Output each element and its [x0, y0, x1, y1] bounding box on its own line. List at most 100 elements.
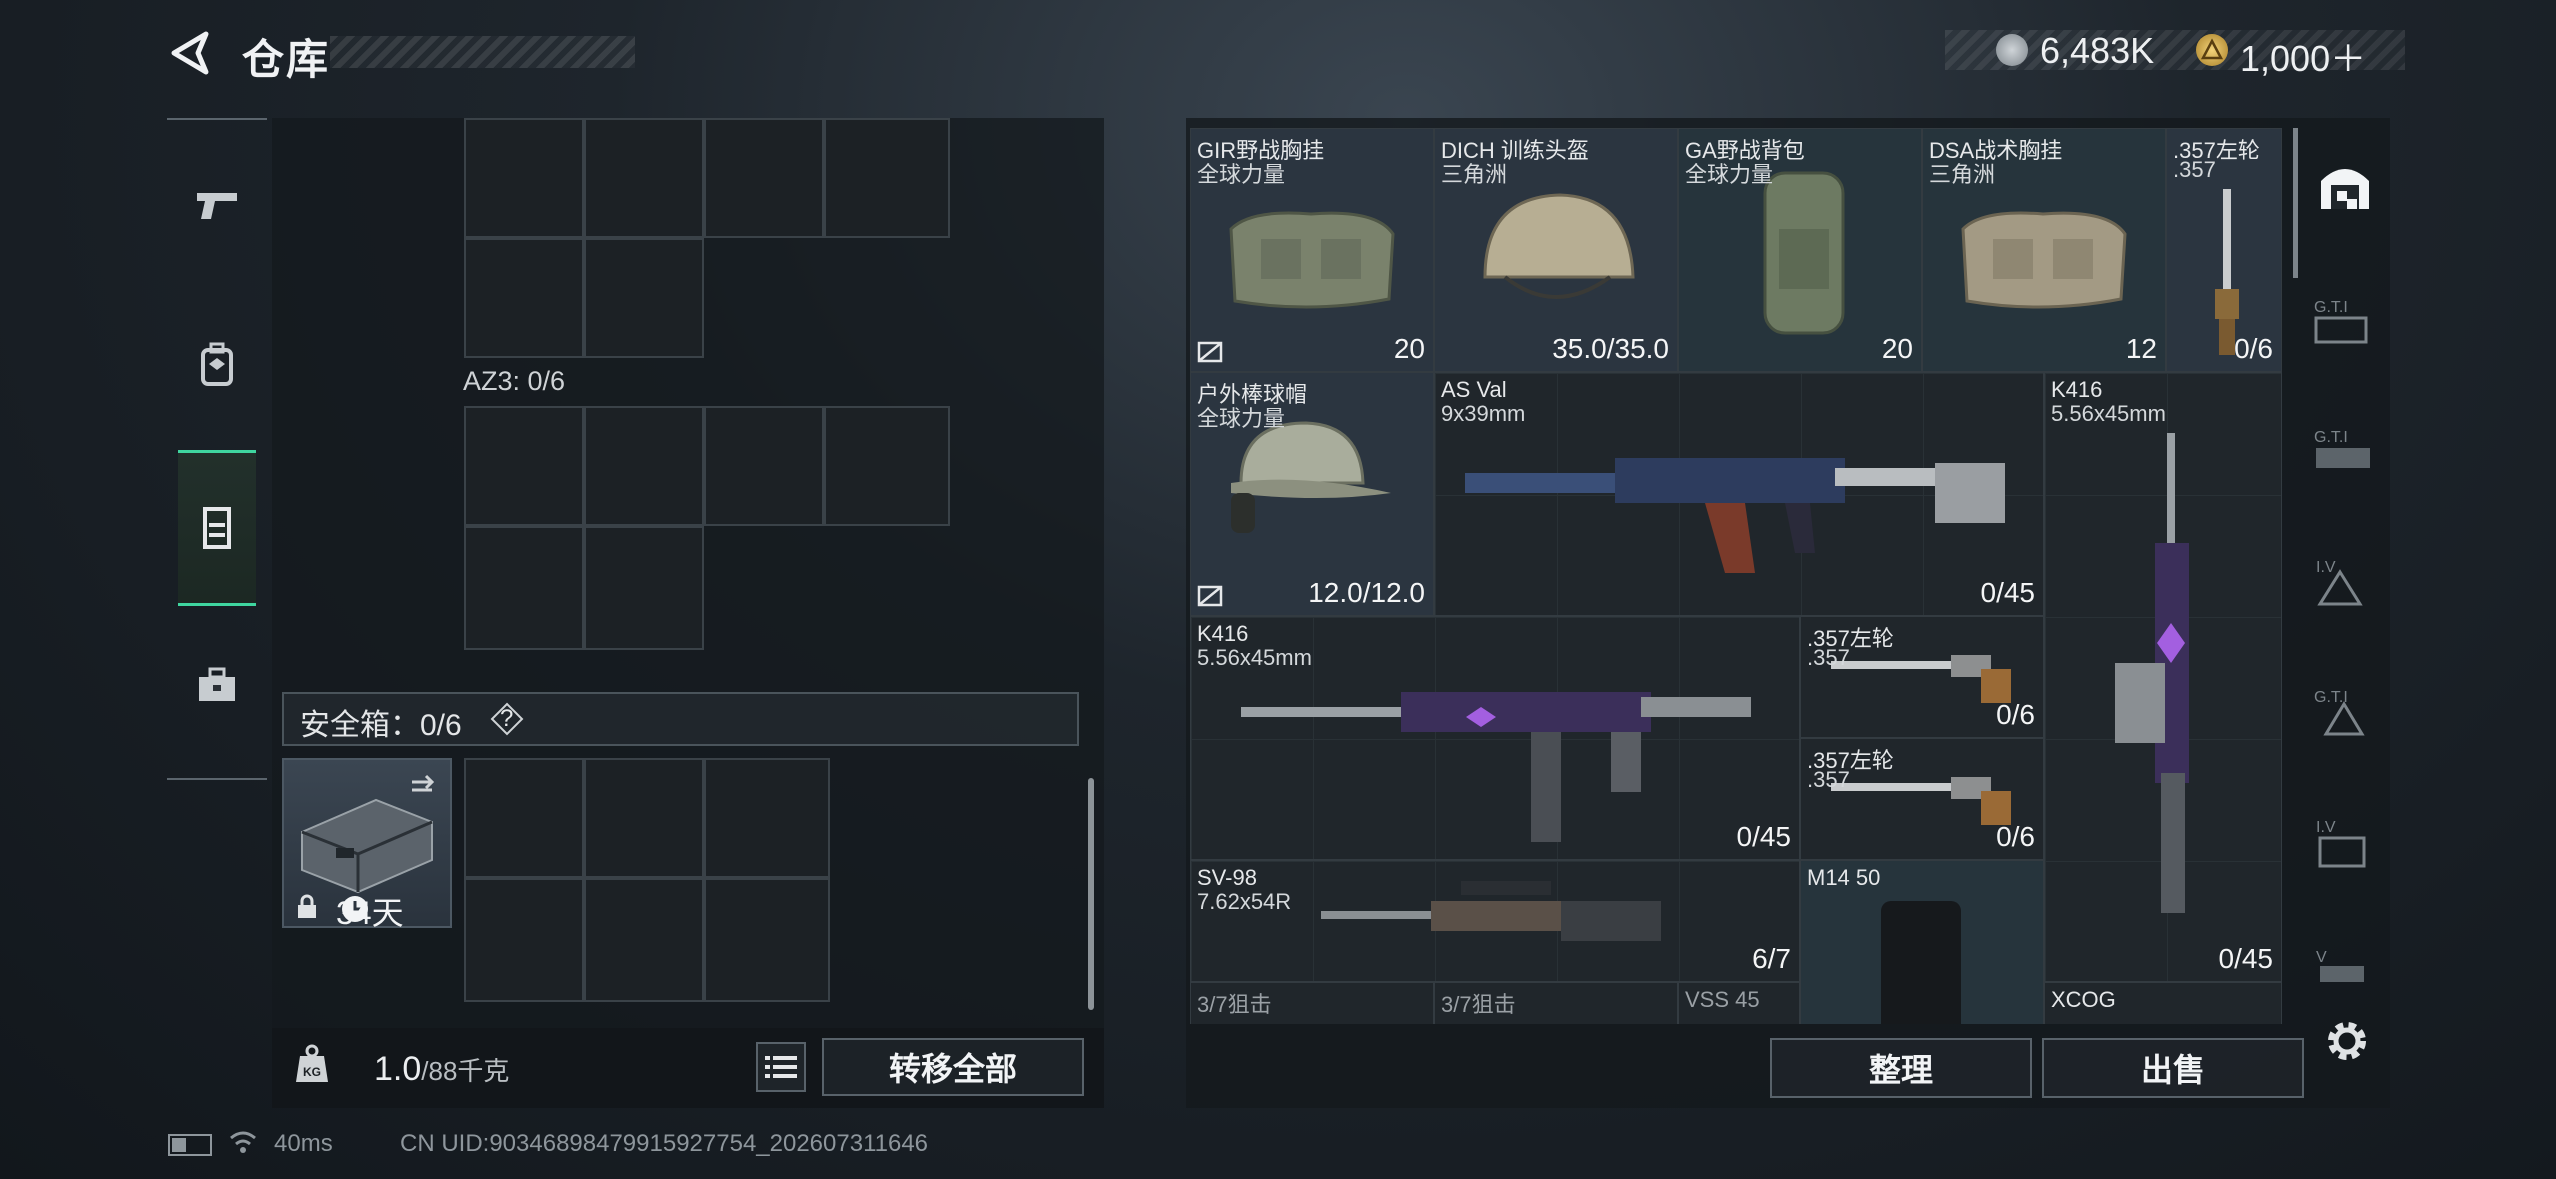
tab-warehouse[interactable]: [2310, 150, 2380, 220]
item-sub: 9x39mm: [1441, 401, 1526, 426]
list-icon: [765, 1056, 797, 1078]
item-baseball-cap[interactable]: 户外棒球帽 全球力量 12.0/12.0: [1190, 372, 1434, 616]
item-dich-helmet[interactable]: DICH 训练头盔 三角洲 35.0/35.0: [1434, 128, 1678, 372]
item-value: 0/45: [2218, 943, 2274, 974]
slot[interactable]: [464, 406, 584, 526]
slot[interactable]: [584, 238, 704, 358]
item-value: 35.0/35.0: [1552, 333, 1669, 364]
back-button[interactable]: [168, 28, 218, 78]
item-sub: 5.56x45mm: [1197, 645, 1312, 670]
az3-capacity-label: AZ3: 0/6: [463, 366, 566, 396]
sort-button[interactable]: 整理: [1770, 1038, 2032, 1098]
slot[interactable]: [704, 878, 830, 1002]
slot[interactable]: [704, 118, 824, 238]
tab-gti-3[interactable]: G.T.I: [2310, 682, 2380, 746]
warehouse-scrollbar[interactable]: [2293, 128, 2298, 278]
revolver-icon: [1831, 777, 2011, 825]
magazine-icon: [1881, 901, 1961, 1024]
item-sv98[interactable]: SV-98 7.62x54R 6/7: [1190, 860, 1800, 982]
svg-text:I.V: I.V: [2316, 559, 2336, 576]
rifle-icon: [1465, 458, 2005, 573]
slot[interactable]: [464, 878, 584, 1002]
back-arrow-icon: [171, 31, 209, 75]
item-gir-chest-rig[interactable]: GIR野战胸挂 全球力量 20: [1190, 128, 1434, 372]
item-as-val[interactable]: AS Val 9x39mm 0/45: [1434, 372, 2044, 616]
item-value: 0/45: [1736, 821, 1792, 852]
item-357-revolver[interactable]: .357左轮 .357 0/6: [1800, 616, 2044, 738]
tab-v[interactable]: V: [2310, 942, 2380, 982]
item-3-7-scope[interactable]: 3/7狙击: [1190, 982, 1434, 1024]
item-m14-mag[interactable]: M14 50: [1800, 860, 2044, 1024]
sell-button[interactable]: 出售: [2042, 1038, 2304, 1098]
list-view-button[interactable]: [756, 1042, 806, 1092]
slot[interactable]: [464, 238, 584, 358]
item-value: 0/6: [1996, 821, 2035, 852]
transfer-all-button[interactable]: 转移全部: [822, 1038, 1084, 1096]
weight-value: 1.0: [374, 1050, 422, 1088]
slot[interactable]: [584, 406, 704, 526]
slot[interactable]: [824, 118, 950, 238]
slot[interactable]: [464, 118, 584, 238]
item-vss-mag[interactable]: VSS 45: [1678, 982, 1800, 1024]
item-3-7-scope[interactable]: 3/7狙击: [1434, 982, 1678, 1024]
item-k416[interactable]: K416 5.56x45mm 0/45: [1190, 616, 1800, 860]
item-value: 6/7: [1752, 943, 1791, 974]
silver-currency-value: 6,483K: [2040, 30, 2155, 71]
tab-iv-1[interactable]: I.V: [2310, 552, 2380, 616]
sniper-icon: [1321, 881, 1661, 941]
slot[interactable]: [704, 406, 824, 526]
slot[interactable]: [824, 406, 950, 526]
help-label: ?: [500, 705, 514, 732]
tab-gti-2[interactable]: G.T.I: [2310, 422, 2380, 482]
nav-rig[interactable]: [178, 450, 256, 606]
nav-toolbox[interactable]: [178, 610, 256, 760]
item-357-revolver[interactable]: .357左轮 .357 0/6: [2166, 128, 2282, 372]
item-xcog[interactable]: XCOG: [2044, 982, 2282, 1024]
item-sub: .357: [2173, 157, 2216, 182]
page-title: 仓库: [242, 36, 331, 83]
warehouse-icon: [2321, 169, 2369, 209]
item-value: 20: [1881, 333, 1913, 364]
warehouse-grid: GIR野战胸挂 全球力量 20 DICH 训练头盔 三角洲 35.0/35.0 …: [1190, 128, 2282, 1024]
slot[interactable]: [584, 118, 704, 238]
backpack-icon: [201, 342, 233, 386]
help-button[interactable]: ?: [490, 702, 524, 736]
tab-gti-1[interactable]: G.T.I: [2310, 292, 2380, 352]
slot[interactable]: [704, 758, 830, 878]
settings-button[interactable]: [2322, 1016, 2372, 1066]
item-sub: 5.56x45mm: [2051, 401, 2166, 426]
slot[interactable]: [464, 526, 584, 650]
slot[interactable]: [584, 758, 704, 878]
gold-currency-value[interactable]: 1,000＋: [2240, 30, 2366, 82]
slot[interactable]: [584, 878, 704, 1002]
weight-button[interactable]: KG: [290, 1042, 334, 1086]
gti-tab-1-icon: G.T.I: [2314, 299, 2368, 344]
item-sub: 三角洲: [1929, 162, 1996, 187]
item-k416-vertical[interactable]: K416 5.56x45mm 0/45: [2044, 372, 2282, 982]
safe-box-label: 安全箱：0/6: [300, 709, 462, 742]
item-name: 3/7狙击: [1441, 992, 1516, 1017]
tab-iv-2[interactable]: I.V: [2310, 812, 2380, 876]
item-dsa-chest-rig[interactable]: DSA战术胸挂 三角洲 12: [1922, 128, 2166, 372]
item-357-revolver[interactable]: .357左轮 .357 0/6: [1800, 738, 2044, 860]
safe-box-days: 34天: [336, 895, 404, 931]
item-value: 12.0/12.0: [1308, 577, 1425, 608]
item-value: 0/6: [1996, 699, 2035, 730]
item-name: VSS 45: [1685, 987, 1760, 1012]
user-uid: CN UID:90346898479915927754_202607311646: [400, 1130, 929, 1157]
item-sub: 全球力量: [1197, 162, 1286, 187]
slot[interactable]: [584, 526, 704, 650]
helmet-icon: [1483, 193, 1635, 299]
container-scrollbar[interactable]: [1088, 778, 1094, 1010]
item-name: K416: [2051, 377, 2103, 402]
nav-weapons[interactable]: [178, 130, 256, 280]
no-insure-icon: [1197, 585, 1223, 607]
chest-rig-icon: [1961, 211, 2127, 309]
slot[interactable]: [464, 758, 584, 878]
item-ga-backpack[interactable]: GA野战背包 全球力量 20: [1678, 128, 1922, 372]
weight-capacity: /88千克: [421, 1056, 510, 1086]
item-name: XCOG: [2051, 987, 2116, 1012]
item-name: AS Val: [1441, 377, 1507, 402]
nav-backpack[interactable]: [178, 290, 256, 440]
iv-tab-2-icon: I.V: [2316, 819, 2366, 868]
